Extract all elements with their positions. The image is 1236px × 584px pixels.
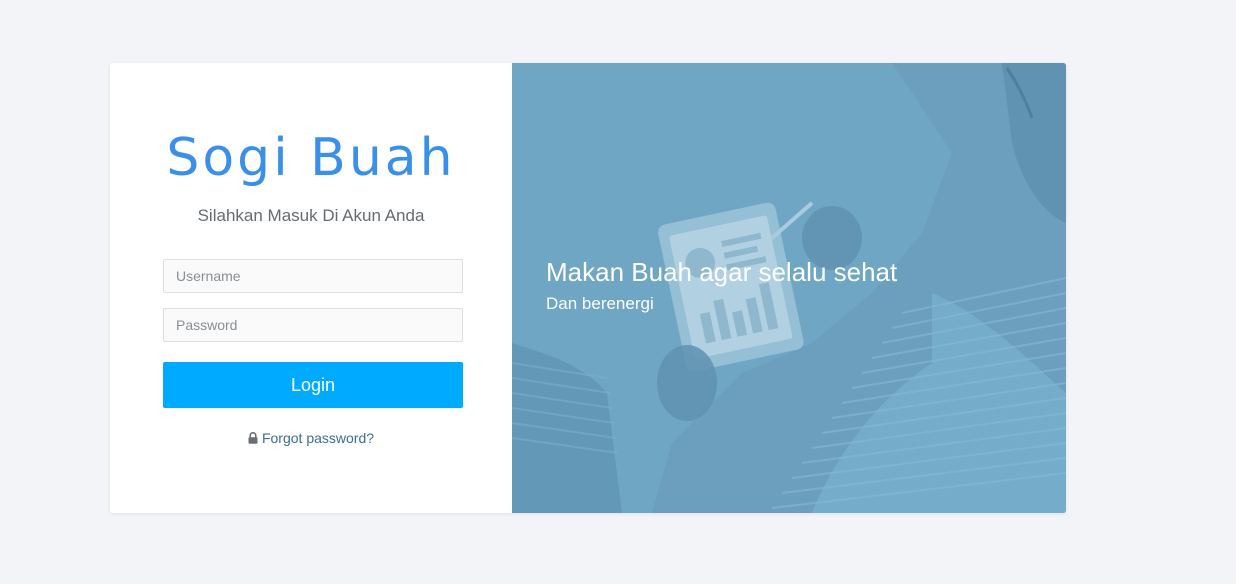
login-panel: Sogi Buah Silahkan Masuk Di Akun Anda Lo… [110, 63, 512, 513]
login-button[interactable]: Login [163, 362, 463, 408]
hero-panel: Makan Buah agar selalu sehat Dan berener… [512, 63, 1066, 513]
hero-subtitle: Dan berenergi [546, 294, 654, 313]
hero-title: Makan Buah agar selalu sehat [546, 257, 898, 287]
login-tagline: Silahkan Masuk Di Akun Anda [197, 206, 425, 225]
hero-background-image [512, 63, 1066, 513]
forgot-password-link[interactable]: Forgot password? [262, 430, 374, 446]
logo: Sogi Buah [166, 128, 456, 188]
lock-icon [248, 432, 258, 444]
login-card: Sogi Buah Silahkan Masuk Di Akun Anda Lo… [110, 63, 1066, 513]
forgot-password-row: Forgot password? [110, 430, 512, 446]
username-input[interactable] [163, 259, 463, 293]
password-input[interactable] [163, 308, 463, 342]
